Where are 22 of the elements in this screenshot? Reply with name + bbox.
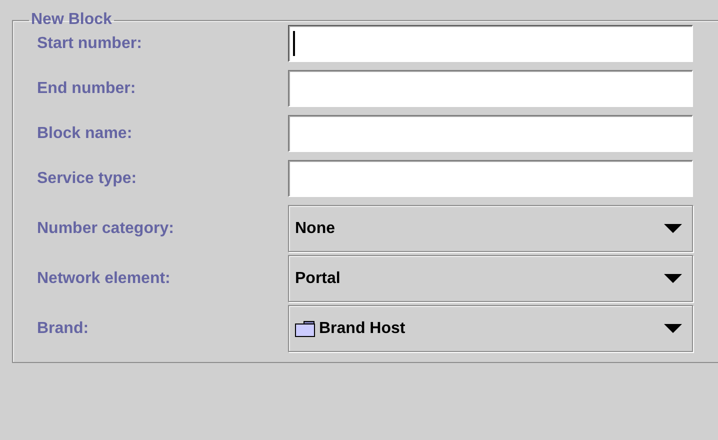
dropdown-arrow-icon[interactable] — [664, 324, 682, 333]
dropdown-arrow-icon[interactable] — [664, 274, 682, 283]
input-field[interactable] — [288, 160, 693, 197]
dropdown-value: Portal — [295, 270, 342, 288]
field-label: Start number: — [36, 34, 143, 52]
group-title: New Block — [30, 12, 113, 28]
dropdown[interactable]: None — [288, 205, 693, 252]
field-label: Service type: — [36, 170, 138, 188]
field-label: Block name: — [36, 124, 134, 142]
field-label: Brand: — [36, 320, 90, 338]
dropdown[interactable]: Portal — [288, 255, 693, 302]
dropdown-arrow-icon[interactable] — [664, 224, 682, 233]
input-field[interactable] — [288, 115, 693, 152]
input-field[interactable] — [288, 70, 693, 107]
input-field[interactable] — [288, 25, 693, 62]
field-label: Number category: — [36, 220, 175, 238]
field-label: Network element: — [36, 270, 172, 288]
folder-icon — [295, 320, 315, 336]
field-label: End number: — [36, 80, 137, 98]
dropdown-value: Brand Host — [319, 320, 406, 338]
dropdown-value: None — [295, 220, 336, 238]
dropdown[interactable]: Brand Host — [288, 305, 693, 352]
